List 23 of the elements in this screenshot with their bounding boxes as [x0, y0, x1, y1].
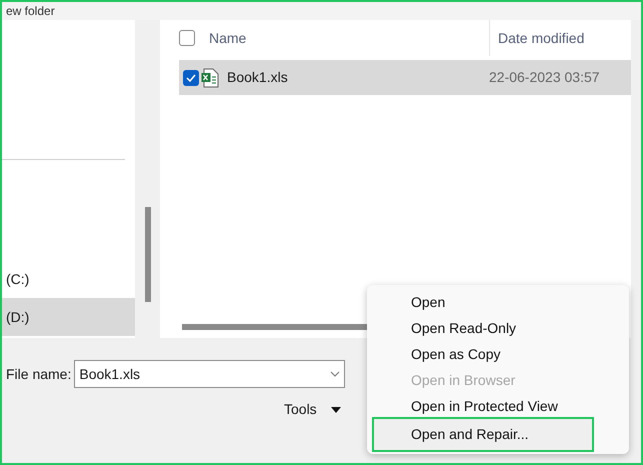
menu-item[interactable]: Open as Copy — [374, 341, 622, 367]
chevron-down-icon — [330, 371, 340, 377]
toolbar-title: ew folder — [6, 5, 55, 17]
caret-icon — [330, 406, 341, 412]
file-row[interactable]: Book1.xls 22-06-2023 03:57 — [179, 60, 631, 95]
spreadsheet-icon — [201, 68, 219, 88]
file-name-field[interactable]: Book1.xls — [74, 360, 346, 388]
checkbox[interactable] — [183, 70, 199, 86]
menu-item[interactable]: Open — [374, 289, 622, 315]
check-icon — [186, 74, 196, 82]
column-header[interactable]: Date modified — [489, 20, 584, 56]
menu-item[interactable]: Open in Protected View — [374, 393, 622, 419]
vertical-scrollbar[interactable] — [144, 207, 150, 302]
tools-button[interactable]: Tools — [284, 399, 341, 420]
date-modified: 22-06-2023 03:57 — [489, 68, 600, 87]
column-header[interactable]: Name — [209, 28, 489, 48]
menu-item[interactable]: Open and Repair... — [374, 419, 592, 450]
drive-item[interactable]: (D:) — [2, 298, 135, 336]
field-label: File name: — [6, 364, 72, 384]
drive-item[interactable]: (C:) — [2, 260, 135, 298]
file-name: Book1.xls — [227, 68, 289, 87]
checkbox[interactable] — [179, 30, 195, 46]
menu-item[interactable]: Open Read-Only — [374, 315, 622, 341]
